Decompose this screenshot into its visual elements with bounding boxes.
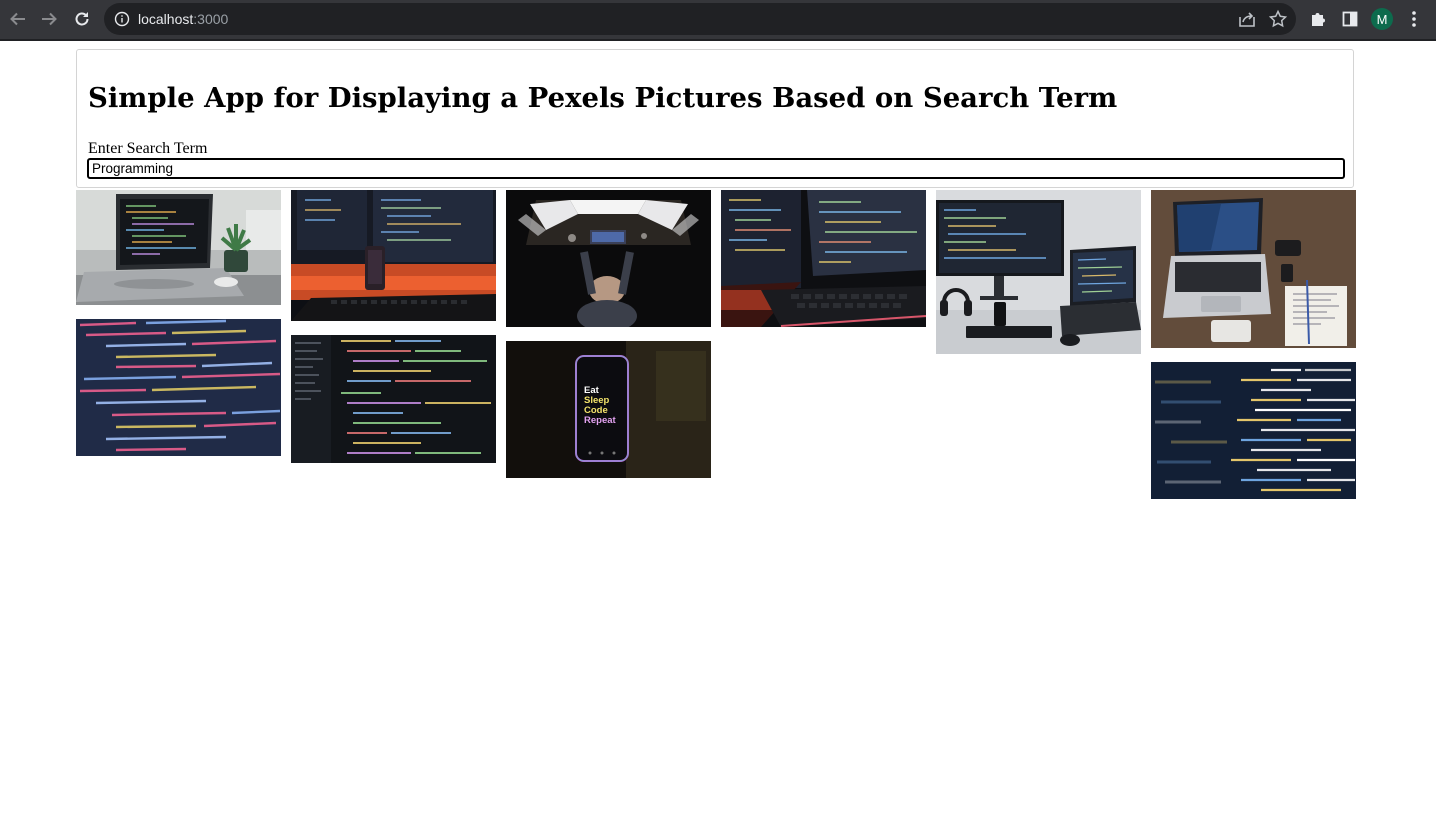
menu-button[interactable] [1401, 6, 1427, 32]
url-text: localhost:3000 [138, 3, 228, 35]
photo-laptop-desk[interactable] [76, 190, 281, 305]
photo-svg-code-screen[interactable] [76, 319, 281, 456]
search-label: Enter Search Term [88, 140, 208, 157]
url-port: :3000 [193, 11, 229, 27]
side-panel-icon [1342, 11, 1358, 27]
extensions-button[interactable] [1305, 6, 1331, 32]
forward-arrow-icon [42, 12, 57, 26]
browser-toolbar: localhost:3000 M [0, 0, 1436, 41]
back-button[interactable] [5, 6, 31, 32]
page-title: Simple App for Displaying a Pexels Pictu… [88, 82, 1118, 114]
puzzle-icon [1312, 13, 1325, 26]
photo-desk-overhead[interactable] [506, 190, 711, 327]
back-arrow-icon [10, 12, 25, 26]
side-panel-button[interactable] [1337, 6, 1363, 32]
kebab-menu-icon [1412, 11, 1416, 27]
app-header: Simple App for Displaying a Pexels Pictu… [76, 49, 1354, 188]
photo-monitor-laptop-setup[interactable] [936, 190, 1141, 354]
url-host: localhost [138, 11, 194, 27]
reload-button[interactable] [69, 6, 95, 32]
bookmark-star-icon[interactable] [1268, 9, 1288, 33]
reload-icon [75, 12, 89, 26]
site-info-icon[interactable] [114, 11, 130, 31]
share-icon[interactable] [1237, 9, 1257, 33]
phone-line: Repeat [584, 415, 616, 426]
photo-monitors-orange-glow[interactable] [291, 190, 496, 321]
forward-button[interactable] [36, 6, 62, 32]
phone-screen-text: Eat Sleep Code Repeat [584, 386, 616, 426]
photo-code-closeup-blur[interactable] [1151, 362, 1356, 499]
photo-code-editor-dark[interactable] [291, 335, 496, 463]
address-bar[interactable]: localhost:3000 [104, 3, 1296, 35]
photo-macbook-phone-notebook[interactable] [1151, 190, 1356, 348]
search-input[interactable] [87, 158, 1345, 179]
photo-monitors-keyboard-red[interactable] [721, 190, 926, 327]
photo-phone-eat-sleep-code[interactable]: Eat Sleep Code Repeat [506, 341, 711, 478]
profile-avatar[interactable]: M [1371, 8, 1393, 30]
